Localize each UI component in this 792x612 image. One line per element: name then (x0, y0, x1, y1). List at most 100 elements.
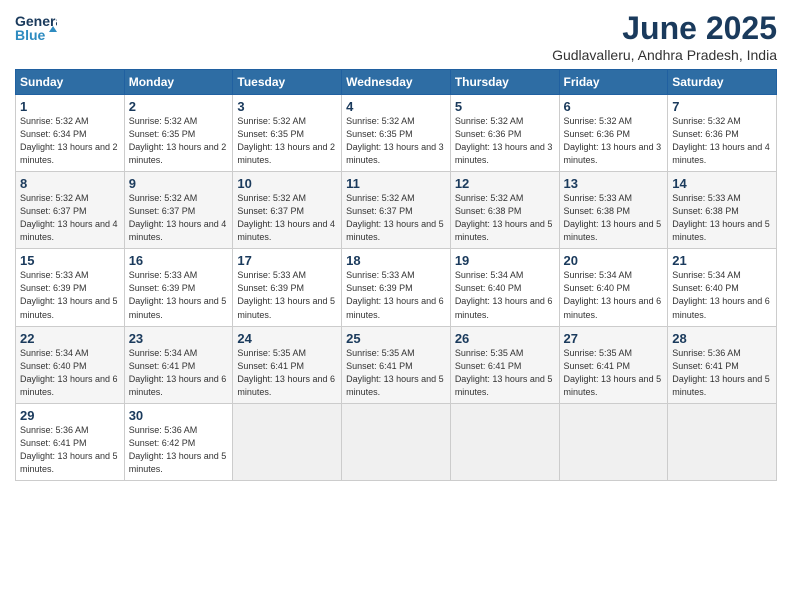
calendar-table: SundayMondayTuesdayWednesdayThursdayFrid… (15, 69, 777, 481)
calendar-week-2: 8Sunrise: 5:32 AMSunset: 6:37 PMDaylight… (16, 172, 777, 249)
day-number: 23 (129, 331, 229, 346)
calendar-cell: 10Sunrise: 5:32 AMSunset: 6:37 PMDayligh… (233, 172, 342, 249)
calendar-page: General Blue June 2025 Gudlavalleru, And… (0, 0, 792, 612)
calendar-cell: 11Sunrise: 5:32 AMSunset: 6:37 PMDayligh… (342, 172, 451, 249)
day-info: Sunrise: 5:35 AMSunset: 6:41 PMDaylight:… (564, 347, 664, 399)
calendar-cell (668, 403, 777, 480)
calendar-cell: 13Sunrise: 5:33 AMSunset: 6:38 PMDayligh… (559, 172, 668, 249)
calendar-cell: 6Sunrise: 5:32 AMSunset: 6:36 PMDaylight… (559, 95, 668, 172)
day-info: Sunrise: 5:32 AMSunset: 6:37 PMDaylight:… (346, 192, 446, 244)
weekday-header-monday: Monday (124, 70, 233, 95)
day-number: 20 (564, 253, 664, 268)
calendar-cell (450, 403, 559, 480)
subtitle: Gudlavalleru, Andhra Pradesh, India (552, 47, 777, 63)
day-number: 26 (455, 331, 555, 346)
day-number: 8 (20, 176, 120, 191)
day-info: Sunrise: 5:35 AMSunset: 6:41 PMDaylight:… (346, 347, 446, 399)
calendar-cell: 17Sunrise: 5:33 AMSunset: 6:39 PMDayligh… (233, 249, 342, 326)
calendar-week-3: 15Sunrise: 5:33 AMSunset: 6:39 PMDayligh… (16, 249, 777, 326)
day-number: 25 (346, 331, 446, 346)
day-number: 28 (672, 331, 772, 346)
day-number: 1 (20, 99, 120, 114)
calendar-cell: 23Sunrise: 5:34 AMSunset: 6:41 PMDayligh… (124, 326, 233, 403)
calendar-week-1: 1Sunrise: 5:32 AMSunset: 6:34 PMDaylight… (16, 95, 777, 172)
calendar-cell: 12Sunrise: 5:32 AMSunset: 6:38 PMDayligh… (450, 172, 559, 249)
day-number: 5 (455, 99, 555, 114)
day-info: Sunrise: 5:36 AMSunset: 6:41 PMDaylight:… (20, 424, 120, 476)
day-info: Sunrise: 5:32 AMSunset: 6:36 PMDaylight:… (564, 115, 664, 167)
day-info: Sunrise: 5:32 AMSunset: 6:34 PMDaylight:… (20, 115, 120, 167)
day-number: 21 (672, 253, 772, 268)
calendar-cell: 21Sunrise: 5:34 AMSunset: 6:40 PMDayligh… (668, 249, 777, 326)
header: General Blue June 2025 Gudlavalleru, And… (15, 10, 777, 63)
day-number: 3 (237, 99, 337, 114)
day-info: Sunrise: 5:32 AMSunset: 6:37 PMDaylight:… (237, 192, 337, 244)
day-info: Sunrise: 5:36 AMSunset: 6:41 PMDaylight:… (672, 347, 772, 399)
title-block: June 2025 Gudlavalleru, Andhra Pradesh, … (552, 10, 777, 63)
logo-icon: General Blue (15, 10, 57, 48)
calendar-cell: 14Sunrise: 5:33 AMSunset: 6:38 PMDayligh… (668, 172, 777, 249)
day-number: 14 (672, 176, 772, 191)
calendar-cell: 30Sunrise: 5:36 AMSunset: 6:42 PMDayligh… (124, 403, 233, 480)
day-number: 19 (455, 253, 555, 268)
day-number: 10 (237, 176, 337, 191)
day-info: Sunrise: 5:32 AMSunset: 6:37 PMDaylight:… (129, 192, 229, 244)
logo: General Blue (15, 10, 57, 48)
day-number: 15 (20, 253, 120, 268)
calendar-cell (342, 403, 451, 480)
day-info: Sunrise: 5:32 AMSunset: 6:35 PMDaylight:… (346, 115, 446, 167)
weekday-header-tuesday: Tuesday (233, 70, 342, 95)
weekday-header-row: SundayMondayTuesdayWednesdayThursdayFrid… (16, 70, 777, 95)
weekday-header-thursday: Thursday (450, 70, 559, 95)
calendar-cell: 1Sunrise: 5:32 AMSunset: 6:34 PMDaylight… (16, 95, 125, 172)
day-number: 24 (237, 331, 337, 346)
day-number: 29 (20, 408, 120, 423)
day-info: Sunrise: 5:32 AMSunset: 6:37 PMDaylight:… (20, 192, 120, 244)
calendar-cell: 5Sunrise: 5:32 AMSunset: 6:36 PMDaylight… (450, 95, 559, 172)
day-info: Sunrise: 5:32 AMSunset: 6:36 PMDaylight:… (672, 115, 772, 167)
day-info: Sunrise: 5:33 AMSunset: 6:38 PMDaylight:… (564, 192, 664, 244)
weekday-header-sunday: Sunday (16, 70, 125, 95)
day-info: Sunrise: 5:34 AMSunset: 6:40 PMDaylight:… (455, 269, 555, 321)
day-info: Sunrise: 5:35 AMSunset: 6:41 PMDaylight:… (455, 347, 555, 399)
day-info: Sunrise: 5:34 AMSunset: 6:40 PMDaylight:… (20, 347, 120, 399)
day-number: 18 (346, 253, 446, 268)
calendar-cell: 28Sunrise: 5:36 AMSunset: 6:41 PMDayligh… (668, 326, 777, 403)
day-number: 16 (129, 253, 229, 268)
day-number: 13 (564, 176, 664, 191)
day-number: 12 (455, 176, 555, 191)
calendar-week-5: 29Sunrise: 5:36 AMSunset: 6:41 PMDayligh… (16, 403, 777, 480)
svg-text:Blue: Blue (15, 27, 46, 43)
day-info: Sunrise: 5:33 AMSunset: 6:38 PMDaylight:… (672, 192, 772, 244)
calendar-week-4: 22Sunrise: 5:34 AMSunset: 6:40 PMDayligh… (16, 326, 777, 403)
day-info: Sunrise: 5:34 AMSunset: 6:40 PMDaylight:… (564, 269, 664, 321)
calendar-cell: 26Sunrise: 5:35 AMSunset: 6:41 PMDayligh… (450, 326, 559, 403)
day-number: 4 (346, 99, 446, 114)
weekday-header-saturday: Saturday (668, 70, 777, 95)
calendar-cell: 2Sunrise: 5:32 AMSunset: 6:35 PMDaylight… (124, 95, 233, 172)
day-info: Sunrise: 5:35 AMSunset: 6:41 PMDaylight:… (237, 347, 337, 399)
calendar-cell: 29Sunrise: 5:36 AMSunset: 6:41 PMDayligh… (16, 403, 125, 480)
day-number: 2 (129, 99, 229, 114)
calendar-cell: 8Sunrise: 5:32 AMSunset: 6:37 PMDaylight… (16, 172, 125, 249)
day-number: 11 (346, 176, 446, 191)
day-info: Sunrise: 5:32 AMSunset: 6:35 PMDaylight:… (129, 115, 229, 167)
day-number: 30 (129, 408, 229, 423)
calendar-cell: 9Sunrise: 5:32 AMSunset: 6:37 PMDaylight… (124, 172, 233, 249)
calendar-cell: 3Sunrise: 5:32 AMSunset: 6:35 PMDaylight… (233, 95, 342, 172)
day-info: Sunrise: 5:32 AMSunset: 6:38 PMDaylight:… (455, 192, 555, 244)
day-number: 9 (129, 176, 229, 191)
day-info: Sunrise: 5:36 AMSunset: 6:42 PMDaylight:… (129, 424, 229, 476)
main-title: June 2025 (552, 10, 777, 47)
calendar-cell: 7Sunrise: 5:32 AMSunset: 6:36 PMDaylight… (668, 95, 777, 172)
day-info: Sunrise: 5:33 AMSunset: 6:39 PMDaylight:… (20, 269, 120, 321)
calendar-cell (559, 403, 668, 480)
calendar-cell: 24Sunrise: 5:35 AMSunset: 6:41 PMDayligh… (233, 326, 342, 403)
calendar-cell: 4Sunrise: 5:32 AMSunset: 6:35 PMDaylight… (342, 95, 451, 172)
day-number: 7 (672, 99, 772, 114)
day-info: Sunrise: 5:34 AMSunset: 6:41 PMDaylight:… (129, 347, 229, 399)
day-number: 17 (237, 253, 337, 268)
calendar-cell: 27Sunrise: 5:35 AMSunset: 6:41 PMDayligh… (559, 326, 668, 403)
calendar-cell: 15Sunrise: 5:33 AMSunset: 6:39 PMDayligh… (16, 249, 125, 326)
weekday-header-wednesday: Wednesday (342, 70, 451, 95)
